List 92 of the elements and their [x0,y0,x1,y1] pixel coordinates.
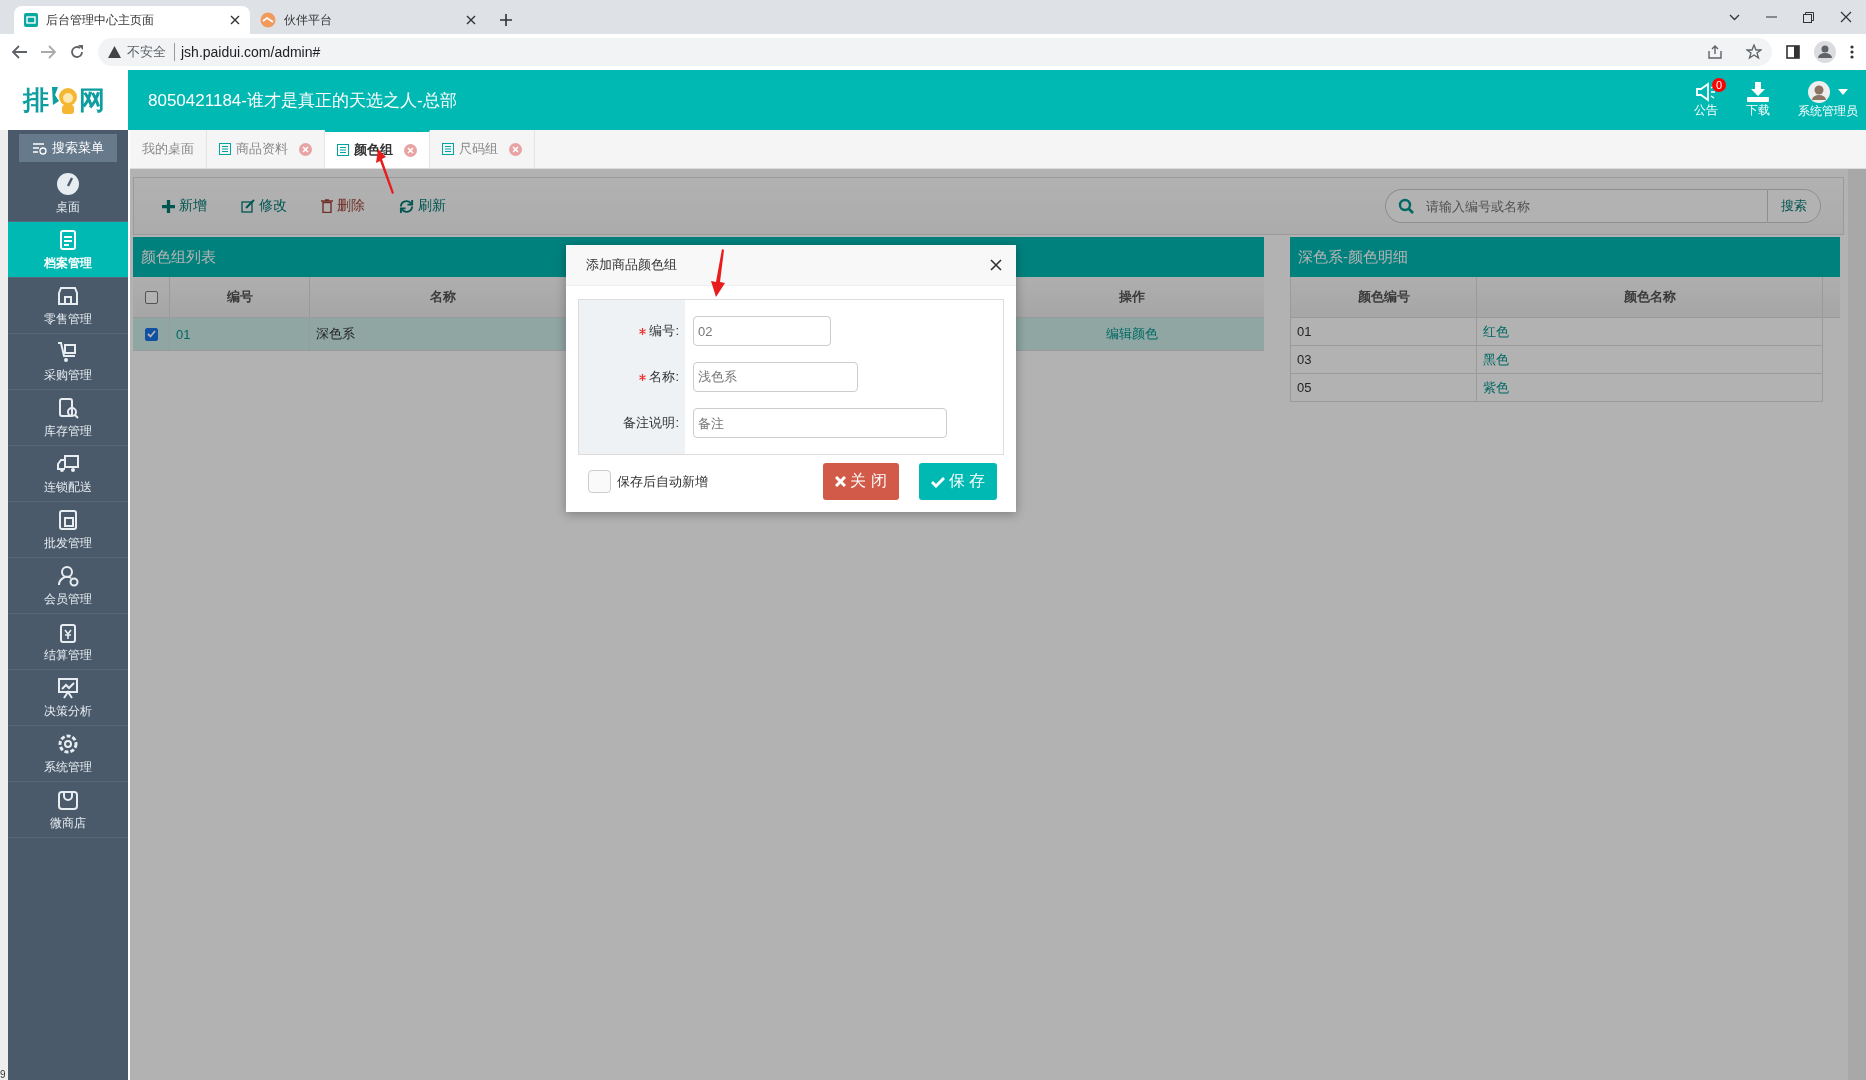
plus-icon [162,199,175,213]
toolbar-button[interactable]: 修改 [235,196,293,216]
reload-icon[interactable] [70,45,84,59]
edit-icon [241,199,255,213]
close-icon[interactable] [466,15,476,25]
table-cell: 01 [1291,318,1477,345]
input-field[interactable]: 浅色系 [693,362,858,392]
notice-badge: 0 [1711,78,1726,92]
row-checkbox[interactable] [144,327,158,341]
table-cell: 黑色 [1477,346,1823,373]
close-icon [990,259,1002,271]
share-icon[interactable] [1708,45,1722,59]
restore-icon[interactable] [1803,11,1814,23]
security-label: 不安全 [127,43,175,61]
sidebar-item[interactable]: 决策分析 [8,670,128,726]
sidebar-item[interactable]: 微商店 [8,782,128,838]
column-header[interactable]: 颜色编号 [1291,277,1477,317]
input-field[interactable]: 02 [693,316,831,346]
trash-icon [321,199,333,213]
list-icon [442,143,454,155]
sidebar-item[interactable]: 库存管理 [8,390,128,446]
edit-colors-link[interactable]: 编辑颜色 [1106,325,1158,343]
check-icon [930,475,945,488]
app-title: 8050421184-谁才是真正的天选之人-总部 [147,89,458,112]
edge-text: 9 [0,1069,6,1080]
sidebar-item[interactable]: 零售管理 [8,278,128,334]
scrollbar[interactable] [1848,169,1866,1080]
mascot-icon [50,85,78,115]
search-button[interactable]: 搜索 [1767,189,1821,223]
chevron-down-icon[interactable] [1729,13,1740,21]
grid-title: 深色系-颜色明细 [1290,237,1840,277]
sidebar-item[interactable]: 连锁配送 [8,446,128,502]
field-label: 编号: [649,322,679,340]
select-all-checkbox[interactable] [144,290,158,304]
column-header[interactable]: 编号 [170,277,310,317]
page-tab[interactable]: 尺码组 [430,130,535,168]
table-cell: 红色 [1477,318,1823,345]
logo: 排 网 [0,70,128,130]
sidebar-item[interactable]: 会员管理 [8,558,128,614]
browser-tab[interactable]: 伙伴平台 [250,6,486,34]
page-tab[interactable]: 我的桌面 [130,130,207,168]
sidebar-item[interactable]: 系统管理 [8,726,128,782]
chart-board-icon [56,675,80,700]
field-label: 名称: [649,368,679,386]
plus-icon[interactable] [500,14,512,26]
more-icon[interactable] [1850,45,1854,59]
megaphone-icon [1695,81,1717,102]
download-icon [1747,81,1769,102]
sidebar-item[interactable]: 结算管理 [8,614,128,670]
table-cell: 01 [170,318,310,350]
side-panel-icon[interactable] [1786,45,1800,59]
list-icon [337,144,349,156]
person-icon [56,563,80,588]
browser-tab[interactable]: 后台管理中心主页面 [14,6,250,34]
list-icon [219,143,231,155]
back-icon[interactable] [12,45,27,59]
clipboard-icon [56,507,80,532]
sidebar-item[interactable]: 批发管理 [8,502,128,558]
annotation-arrow [708,249,728,297]
close-icon[interactable] [230,15,240,25]
caret-icon [1838,88,1848,95]
page-icon [24,13,38,27]
checkbox-label: 保存后自动新增 [617,472,708,491]
dialog-title: 添加商品颜色组 [586,256,677,274]
address-bar[interactable]: 不安全 jsh.paidui.com/admin# [98,38,1772,66]
warning-icon [108,46,121,58]
star-icon[interactable] [1746,44,1762,60]
close-icon[interactable] [1840,11,1852,23]
search-field[interactable]: 请输入编号或名称 [1385,189,1767,223]
toolbar-button[interactable]: 刷新 [393,196,452,216]
profile-icon[interactable] [1814,41,1836,63]
refresh-icon [399,198,414,214]
avatar-icon [1808,80,1830,103]
gauge-icon [56,171,80,196]
table-cell: 紫色 [1477,374,1823,401]
toolbar-button[interactable]: 新增 [156,196,213,216]
field-label: 备注说明: [623,414,679,432]
close-button[interactable] [990,259,1002,271]
table-cell: 05 [1291,374,1477,401]
clipboard-search-icon [56,395,80,420]
toolbar-button[interactable]: 删除 [315,196,371,216]
search-list-icon [32,141,48,155]
column-header[interactable]: 颜色名称 [1477,277,1823,317]
sidebar-item[interactable]: 采购管理 [8,334,128,390]
menu-search-button[interactable]: 搜索菜单 [19,134,117,162]
notice-button[interactable]: 公告 0 [1680,70,1732,130]
checkbox[interactable] [588,470,611,493]
close-icon [835,476,847,487]
input-field[interactable]: 备注 [693,408,947,438]
url-text: jsh.paidui.com/admin# [181,44,321,60]
close-button[interactable]: 关 闭 [823,463,899,500]
table-cell: 03 [1291,346,1477,373]
